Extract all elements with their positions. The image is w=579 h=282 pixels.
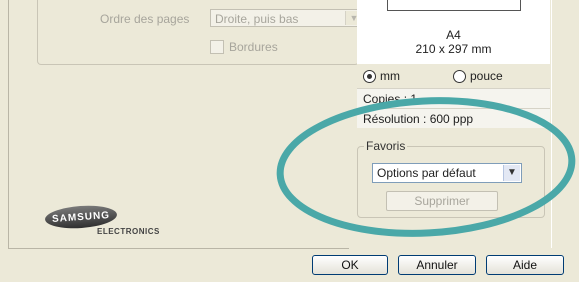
- page-order-select[interactable]: Droite, puis bas ▼: [210, 9, 364, 27]
- layout-options-group: Ordre des pages Droite, puis bas ▼ Bordu…: [37, 0, 364, 65]
- page-order-label: Ordre des pages: [100, 12, 190, 26]
- paper-dimensions: 210 x 297 mm: [415, 42, 492, 56]
- cancel-button[interactable]: Annuler: [398, 255, 476, 275]
- radio-unselected-icon: [453, 69, 466, 83]
- page-preview-icon: [387, 0, 521, 11]
- right-edge-strip: [551, 0, 579, 248]
- delete-favorite-button[interactable]: Supprimer: [386, 191, 498, 211]
- logo-sub: ELECTRONICS: [97, 227, 160, 236]
- borders-label: Bordures: [229, 40, 278, 54]
- favorites-selected-value: Options par défaut: [377, 166, 476, 180]
- unit-mm-label: mm: [380, 69, 400, 83]
- samsung-logo: SAMSUNG ELECTRONICS: [44, 203, 159, 236]
- paper-name: A4: [446, 28, 461, 42]
- favorites-legend: Favoris: [364, 139, 408, 153]
- unit-radio-inch[interactable]: pouce: [453, 69, 503, 83]
- layout-panel: Ordre des pages Droite, puis bas ▼ Bordu…: [8, 0, 364, 249]
- borders-checkbox[interactable]: Bordures: [210, 40, 278, 54]
- help-button[interactable]: Aide: [486, 255, 564, 275]
- print-preferences-dialog: Ordre des pages Droite, puis bas ▼ Bordu…: [0, 0, 579, 282]
- page-order-value: Droite, puis bas: [215, 12, 299, 26]
- resolution-info: Résolution : 600 ppp: [357, 108, 550, 128]
- favorites-group: Favoris Options par défaut ▼ Supprimer: [357, 139, 545, 218]
- summary-panel: A4 210 x 297 mm mm pouce Copies : 1 Réso…: [357, 0, 550, 248]
- chevron-down-icon[interactable]: ▼: [503, 165, 520, 181]
- unit-inch-label: pouce: [470, 69, 503, 83]
- favorites-select[interactable]: Options par défaut ▼: [372, 163, 522, 183]
- checkbox-box: [210, 40, 224, 54]
- units-row: mm pouce: [357, 66, 550, 86]
- ok-button[interactable]: OK: [312, 255, 388, 275]
- radio-selected-icon: [363, 69, 376, 83]
- unit-radio-mm[interactable]: mm: [363, 69, 400, 83]
- copies-info: Copies : 1: [357, 88, 550, 108]
- paper-preview: A4 210 x 297 mm: [357, 0, 550, 64]
